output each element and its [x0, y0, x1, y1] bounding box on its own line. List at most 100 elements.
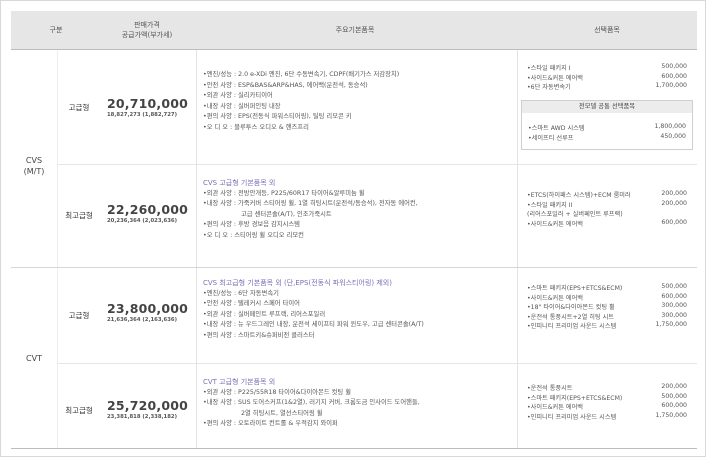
feature-heading: CVS 고급형 기본품목 외: [203, 179, 276, 187]
option-price: 1,700,000: [655, 82, 688, 90]
features-cvt-top: CVT 고급형 기본품목 외외관 사양 : P225/55R18 타이어&다이아…: [203, 377, 515, 430]
price-cvs-premium: 20,710,000 18,827,273 (1,882,727): [107, 96, 197, 119]
option-row: 운전석 통풍시트 200,000: [521, 383, 697, 393]
option-name: 인피니티 프리미엄 사운드 시스템: [527, 412, 617, 421]
option-price: 200,000: [661, 190, 687, 197]
price-cvs-top: 22,260,000 20,236,364 (2,023,636): [107, 202, 197, 225]
feature-item: 안전 사양 : ESP&BAS&ARP&HAS, 에어백(운전석, 동승석): [203, 81, 515, 92]
supply-price: 21,636,364 (2,163,636): [107, 317, 178, 323]
option-row: 스마트 패키지(EPS+ETCS&ECM) 500,000: [521, 283, 697, 293]
option-name: 6단 자동변속기: [527, 82, 571, 91]
option-price: 600,000: [661, 402, 687, 410]
option-name: 스마트 AWD 시스템: [528, 123, 585, 132]
options-cvs-premium: 스타일 패키지 I 500,000 사이드&커튼 에어백 600,000 6단 자동변속…: [521, 63, 697, 92]
header-group: 구분: [49, 26, 63, 34]
option-price: 500,000: [661, 283, 687, 290]
feature-item: 편의 사양 : 오토라이트 컨트롤 & 우적감지 와이퍼: [203, 419, 515, 430]
feature-item: 외관 사양 : 실버페인트 루프랙, 리어스포일러: [203, 310, 515, 321]
option-price: 200,000: [661, 383, 687, 390]
sale-price: 23,800,000: [107, 301, 189, 316]
option-row: 사이드&커튼 에어백 600,000: [521, 73, 697, 83]
option-name: 사이드&커튼 에어백: [527, 402, 583, 411]
common-options-title: 전모델 공통 선택품목: [522, 101, 692, 113]
sale-price: 20,710,000: [107, 96, 189, 111]
trim-cvs-top: 최고급형: [65, 211, 93, 220]
feature-item: 편의 사양 : 스마트키&슈퍼비전 클러스터: [203, 331, 515, 342]
option-row: 사이드&커튼 에어백 600,000: [521, 219, 697, 229]
group-cvs: CVS (M/T): [11, 155, 57, 177]
price-cvt-top: 25,720,000 23,381,818 (2,338,182): [107, 398, 197, 421]
option-name: 스마트 패키지(EPS+ETCS&ECM): [527, 393, 623, 402]
supply-price: 23,381,818 (2,338,182): [107, 414, 178, 420]
feature-item: 내장 사양 : 가죽커버 스티어링 휠, 1열 히팅시트(운전석/동승석), 전…: [203, 199, 515, 210]
option-name: 18" 타이어&다이아몬드 컷팅 휠: [527, 302, 615, 311]
option-name: 세이프티 선루프: [528, 133, 574, 142]
price-table: 구분 판매가격 공급가액(부가세) 주요기본품목 선택품목 CVS (M/T) …: [0, 0, 706, 457]
option-row: 인피니티 프리미엄 사운드 시스템 1,750,000: [521, 321, 697, 331]
option-row: 운전석 통풍시트+2열 히팅 시트 300,000: [521, 312, 697, 322]
header-price-line1: 판매가격: [134, 21, 160, 29]
option-row: 사이드&커튼 에어백 600,000: [521, 293, 697, 303]
feature-heading: CVS 최고급형 기본품목 외 (단,EPS(전동식 파워스티어링) 제외): [203, 279, 392, 287]
option-price: 500,000: [661, 63, 687, 70]
feature-item: 외관 사양 : 전방안개등, P225/60R17 타이어&알루미늄 휠: [203, 189, 515, 200]
group-cvt: CVT: [11, 353, 57, 364]
feature-item: 외관 사양 : 실리카티이어: [203, 91, 515, 102]
feature-item: 내장 사양 : 실버퍼인팅 내장: [203, 102, 515, 113]
option-price: 600,000: [661, 218, 687, 226]
group-cvt-label: CVT: [26, 354, 42, 363]
option-row: 6단 자동변속기 1,700,000: [521, 82, 697, 92]
group-cvs-label: CVS: [25, 156, 43, 165]
options-cvs-top: ETCS(하이패스 시스템)+ECM 룸미러 200,000 스타일 패키지 II 2…: [521, 190, 697, 228]
feature-item: 내장 사양 : 뉴 우드그레인 내장, 운전석 세이프티 파워 윈도우, 고급 …: [203, 320, 515, 331]
option-name: 인피니티 프리미엄 사운드 시스템: [527, 321, 617, 330]
sale-price: 22,260,000: [107, 202, 189, 217]
option-row: 인피니티 프리미엄 사운드 시스템 1,750,000: [521, 412, 697, 422]
feature-item: 고급 센터콘솔(A/T), 인조가죽시트: [241, 210, 332, 218]
option-price: 300,000: [661, 302, 687, 310]
option-price: 1,750,000: [655, 321, 688, 329]
option-name: 사이드&커튼 에어백: [527, 219, 583, 228]
options-cvt-premium: 스마트 패키지(EPS+ETCS&ECM) 500,000 사이드&커튼 에어백 60…: [521, 283, 697, 331]
option-row: 스마트 패키지(EPS+ETCS&ECM) 500,000: [521, 393, 697, 403]
trim-cvt-top: 최고급형: [65, 406, 93, 415]
option-price: 500,000: [661, 392, 687, 400]
feature-item: 내장 사양 : SUS 도어스커프(1&2열), 러기지 커버, 크롬도금 인사…: [203, 398, 515, 409]
option-price: 600,000: [661, 292, 687, 300]
features-cvt-premium: CVS 최고급형 기본품목 외 (단,EPS(전동식 파워스티어링) 제외) 엔진…: [203, 278, 515, 341]
header-price-line2: 공급가액(부가세): [121, 31, 173, 39]
option-row: 18" 타이어&다이아몬드 컷팅 휠 300,000: [521, 302, 697, 312]
option-name: 스마트 패키지(EPS+ETCS&ECM): [527, 283, 623, 292]
option-price: 200,000: [661, 199, 687, 207]
option-name: 사이드&커튼 에어백: [527, 293, 583, 302]
feature-item: 엔진/성능 : 6단 자동변속기: [203, 289, 515, 300]
option-price: 600,000: [661, 72, 687, 80]
feature-item: 외관 사양 : P225/55R18 타이어&다이아몬드 컷팅 휠: [203, 388, 515, 399]
price-cvt-premium: 23,800,000 21,636,364 (2,163,636): [107, 301, 197, 324]
features-cvs-premium: 엔진/성능 : 2.0 e-XDi 엔진, 6단 수동변속기, CDPF(배기가…: [203, 70, 515, 133]
common-options-box: 전모델 공통 선택품목 스마트 AWD 시스템 1,800,000 세이프티 선루프…: [521, 100, 693, 150]
option-name: 운전석 통풍시트: [527, 383, 573, 392]
supply-price: 20,236,364 (2,023,636): [107, 218, 178, 224]
option-price: 450,000: [660, 132, 686, 140]
table-header: 구분 판매가격 공급가액(부가세) 주요기본품목 선택품목: [11, 11, 697, 49]
option-row: 사이드&커튼 에어백 600,000: [521, 402, 697, 412]
option-name: 운전석 통풍시트+2열 히팅 시트: [527, 312, 614, 321]
trim-cvs-premium: 고급형: [68, 103, 90, 112]
feature-item: 편의 사양 : EPS(전동식 파워스티어링), 틸팅 리모콘 키: [203, 112, 515, 123]
option-name: ETCS(하이패스 시스템)+ECM 룸미러: [527, 190, 631, 199]
option-name: (리어스포일러 + 실버페인트 루프랙): [527, 211, 623, 219]
feature-item: 오 디 오 : 블루투스 오디오 & 핸즈프리: [203, 123, 515, 134]
header-options: 선택품목: [594, 26, 620, 34]
trim-cvt-premium: 고급형: [68, 311, 90, 320]
feature-item: 안전 사양 : 텔레커시 스페어 타이어: [203, 299, 515, 310]
features-cvs-top: CVS 고급형 기본품목 외외관 사양 : 전방안개등, P225/60R17 …: [203, 178, 515, 241]
option-price: 1,800,000: [654, 123, 687, 130]
common-option-row: 세이프티 선루프 450,000: [524, 133, 692, 143]
group-cvs-sub: (M/T): [23, 167, 45, 176]
common-option-row: 스마트 AWD 시스템 1,800,000: [524, 123, 692, 133]
header-price: 판매가격 공급가액(부가세): [101, 11, 193, 49]
feature-item: 편의 사양 : 후방 경보음 감지시스템: [203, 220, 515, 231]
option-name: 스타일 패키지 II: [527, 200, 573, 209]
option-price: 1,750,000: [655, 411, 688, 419]
